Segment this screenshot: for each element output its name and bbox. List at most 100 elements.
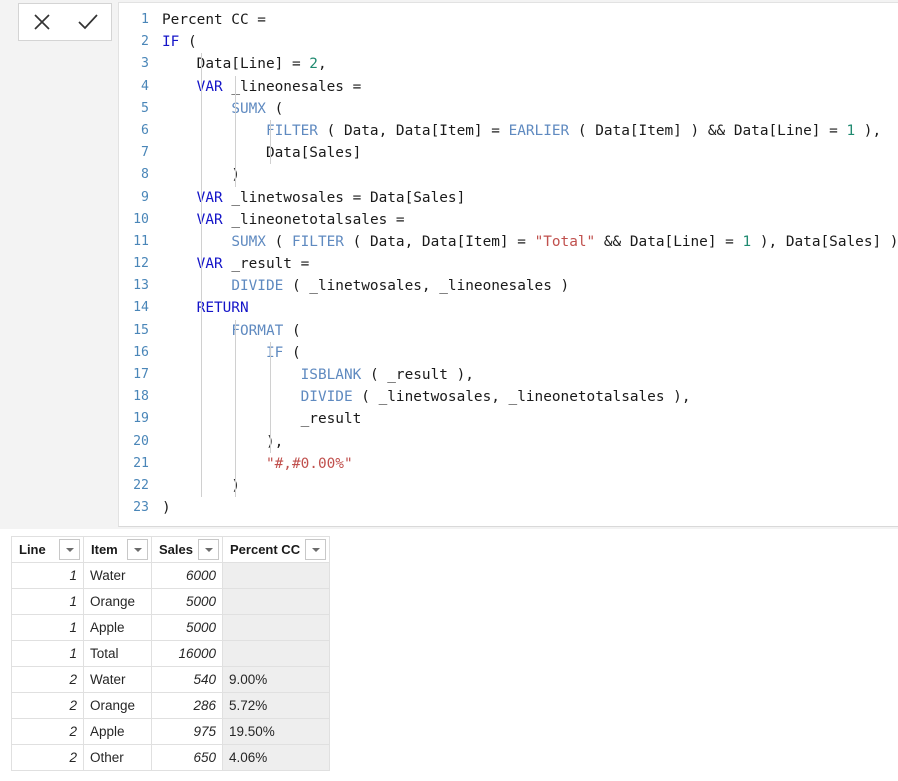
code-token: ( Data, Data[Item] = bbox=[317, 122, 509, 139]
code-token: ISBLANK bbox=[300, 367, 362, 383]
code-line-text: DIVIDE ( _linetwosales, _lineonesales ) bbox=[162, 275, 569, 297]
table-row[interactable]: 2 Apple 975 19.50% bbox=[11, 718, 331, 745]
cell-line: 1 bbox=[11, 562, 84, 589]
code-line[interactable]: 4 VAR _lineonesales = bbox=[119, 76, 898, 98]
code-token: VAR bbox=[196, 256, 223, 273]
code-token: ( _linetwosales, _lineonetotalsales ), bbox=[352, 389, 691, 406]
code-line-text: "#,#0.00%" bbox=[162, 453, 353, 475]
table-header-row: Line Item Sales Percent CC bbox=[11, 536, 331, 563]
column-filter-button[interactable] bbox=[59, 539, 80, 560]
code-token: _result bbox=[162, 411, 362, 428]
code-line[interactable]: 17 ISBLANK ( _result ), bbox=[119, 364, 898, 386]
cancel-formula-button[interactable] bbox=[19, 4, 65, 40]
code-token: Data[Line] = bbox=[162, 56, 310, 73]
table-row[interactable]: 1 Water 6000 bbox=[11, 562, 331, 589]
chevron-down-icon bbox=[311, 547, 320, 552]
table-row[interactable]: 1 Orange 5000 bbox=[11, 588, 331, 615]
line-number: 15 bbox=[133, 322, 149, 338]
table-column-header-sales[interactable]: Sales bbox=[151, 536, 223, 563]
code-line[interactable]: 10 VAR _lineonetotalsales = bbox=[119, 209, 898, 231]
code-line[interactable]: 23) bbox=[119, 497, 898, 519]
code-token: ( bbox=[283, 344, 301, 361]
code-line[interactable]: 14 RETURN bbox=[119, 297, 898, 319]
column-header-label: Percent CC bbox=[230, 542, 301, 557]
cell-item: Water bbox=[83, 562, 152, 589]
column-header-label: Sales bbox=[159, 542, 193, 557]
chevron-down-icon bbox=[204, 547, 213, 552]
code-line[interactable]: 9 VAR _linetwosales = Data[Sales] bbox=[119, 187, 898, 209]
code-line[interactable]: 18 DIVIDE ( _linetwosales, _lineonetotal… bbox=[119, 386, 898, 408]
code-token: DIVIDE bbox=[300, 389, 353, 406]
cell-percent-cc: 19.50% bbox=[221, 718, 331, 745]
column-filter-button[interactable] bbox=[305, 539, 327, 560]
column-filter-button[interactable] bbox=[198, 539, 219, 560]
accept-formula-button[interactable] bbox=[65, 4, 111, 40]
code-line[interactable]: 11 SUMX ( FILTER ( Data, Data[Item] = "T… bbox=[119, 231, 898, 253]
table-column-header-line[interactable]: Line bbox=[11, 536, 84, 563]
code-line[interactable]: 5 SUMX ( bbox=[119, 98, 898, 120]
code-line[interactable]: 15 FORMAT ( bbox=[119, 320, 898, 342]
code-line[interactable]: 20 ), bbox=[119, 431, 898, 453]
code-line[interactable]: 2 IF ( bbox=[119, 31, 898, 53]
line-number: 4 bbox=[141, 78, 149, 94]
code-token: RETURN bbox=[196, 300, 249, 317]
table-column-header-item[interactable]: Item bbox=[83, 536, 152, 563]
table-body: 1 Water 6000 1 Orange 5000 1 Apple 5000 1 Total 160… bbox=[11, 562, 331, 771]
code-line[interactable]: 8 ) bbox=[119, 164, 898, 186]
column-filter-button[interactable] bbox=[127, 539, 148, 560]
code-line[interactable]: 19 _result bbox=[119, 408, 898, 430]
code-token: ( bbox=[265, 233, 292, 250]
cell-line: 2 bbox=[11, 744, 84, 771]
dax-formula-editor[interactable]: 1 Percent CC = 2 IF (3 Data[Line] = 2, 4 VAR… bbox=[118, 2, 898, 527]
table-row[interactable]: 1 Total 16000 bbox=[11, 640, 331, 667]
code-line-text: VAR _lineonesales = bbox=[162, 76, 362, 98]
line-number: 12 bbox=[133, 256, 149, 272]
code-line[interactable]: 13 DIVIDE ( _linetwosales, _lineonesales… bbox=[119, 275, 898, 297]
line-number: 18 bbox=[133, 389, 149, 405]
code-line[interactable]: 3 Data[Line] = 2, bbox=[119, 53, 898, 75]
code-token: ( _linetwosales, _lineonesales ) bbox=[283, 278, 570, 295]
formula-commit-button-group bbox=[18, 3, 112, 41]
code-line[interactable]: 22 ) bbox=[119, 475, 898, 497]
cell-percent-cc bbox=[221, 640, 331, 667]
cell-percent-cc: 9.00% bbox=[221, 666, 331, 693]
code-token: SUMX bbox=[231, 233, 266, 250]
table-row[interactable]: 1 Apple 5000 bbox=[11, 614, 331, 641]
code-line-text: _result bbox=[162, 408, 362, 430]
code-token: FILTER bbox=[291, 233, 344, 250]
column-header-label: Item bbox=[91, 542, 118, 557]
code-line-text: ) bbox=[162, 475, 240, 497]
code-line-text: SUMX ( bbox=[162, 98, 283, 120]
code-token: IF bbox=[162, 34, 180, 51]
cell-item: Water bbox=[83, 666, 152, 693]
table-row[interactable]: 2 Water 540 9.00% bbox=[11, 666, 331, 693]
code-line[interactable]: 21 "#,#0.00%" bbox=[119, 453, 898, 475]
code-line-text: RETURN bbox=[162, 297, 249, 319]
line-number: 7 bbox=[141, 145, 149, 161]
code-line-text: ) bbox=[162, 164, 240, 186]
code-line[interactable]: 7 Data[Sales] bbox=[119, 142, 898, 164]
code-line[interactable]: 12 VAR _result = bbox=[119, 253, 898, 275]
code-token: _linetwosales = Data[Sales] bbox=[222, 189, 466, 206]
code-line[interactable]: 1 Percent CC = bbox=[119, 9, 898, 31]
code-line[interactable]: 16 IF ( bbox=[119, 342, 898, 364]
table-column-header-percent-cc[interactable]: Percent CC bbox=[221, 536, 331, 563]
cell-line: 2 bbox=[11, 718, 84, 745]
line-number: 11 bbox=[133, 233, 149, 249]
code-line[interactable]: 6 FILTER ( Data, Data[Item] = EARLIER ( … bbox=[119, 120, 898, 142]
table-row[interactable]: 2 Orange 286 5.72% bbox=[11, 692, 331, 719]
line-number: 3 bbox=[141, 56, 149, 72]
code-line-list[interactable]: 1 Percent CC = 2 IF (3 Data[Line] = 2, 4 VAR… bbox=[119, 3, 898, 519]
code-token: ) bbox=[162, 167, 240, 184]
formula-bar-panel: 1 Percent CC = 2 IF (3 Data[Line] = 2, 4 VAR… bbox=[0, 0, 898, 529]
code-token: && Data[Line] = bbox=[595, 233, 743, 250]
code-line-text: DIVIDE ( _linetwosales, _lineonetotalsal… bbox=[162, 386, 691, 408]
code-token: ( bbox=[283, 322, 301, 339]
table-row[interactable]: 2 Other 650 4.06% bbox=[11, 744, 331, 771]
